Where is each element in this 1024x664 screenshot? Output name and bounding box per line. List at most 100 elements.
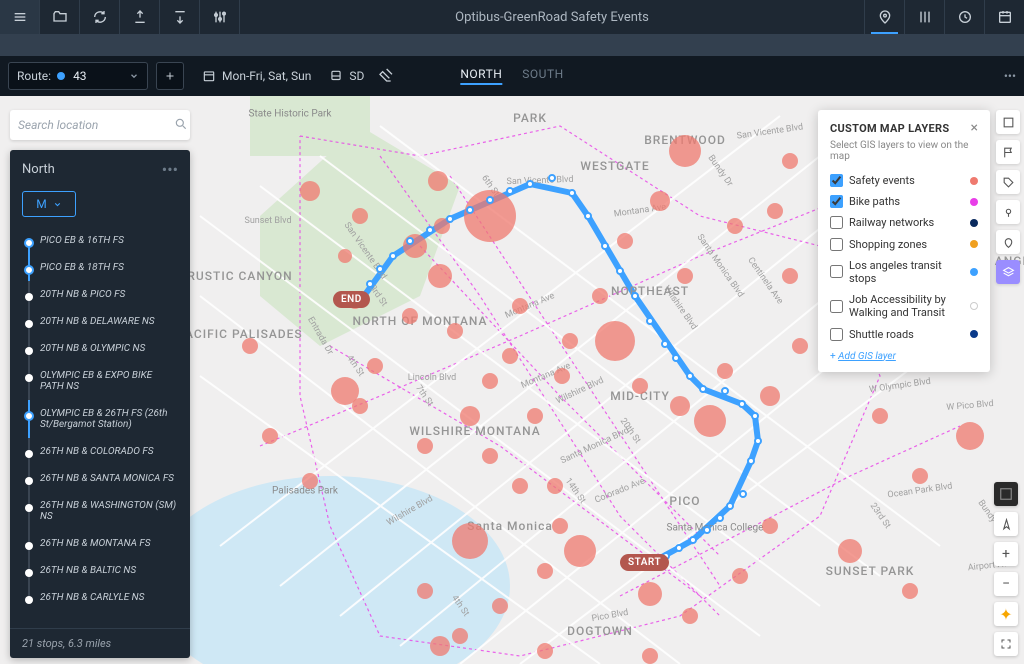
route-stop-marker[interactable]: [726, 502, 734, 510]
tool-pin[interactable]: [996, 230, 1020, 254]
route-stop-marker[interactable]: [446, 215, 454, 223]
layer-checkbox[interactable]: [830, 174, 843, 187]
route-selector[interactable]: Route: 43: [8, 62, 148, 90]
route-stop-marker[interactable]: [675, 544, 683, 552]
layer-checkbox[interactable]: [830, 265, 843, 278]
route-stop-marker[interactable]: [506, 187, 514, 195]
route-stop-marker[interactable]: [738, 400, 746, 408]
tool-tag[interactable]: [996, 170, 1020, 194]
export-button[interactable]: [120, 0, 160, 34]
route-stop-marker[interactable]: [751, 412, 759, 420]
direction-letter-dropdown[interactable]: M: [22, 191, 76, 217]
layer-checkbox[interactable]: [830, 238, 843, 251]
menu-button[interactable]: [0, 0, 40, 34]
route-stop-marker[interactable]: [661, 340, 669, 348]
route-stop-marker[interactable]: [616, 267, 624, 275]
layer-label[interactable]: Shopping zones: [849, 238, 964, 251]
search-location[interactable]: [10, 110, 190, 140]
route-stop-marker[interactable]: [584, 212, 592, 220]
route-stop-marker[interactable]: [389, 252, 397, 260]
route-stop-marker[interactable]: [754, 437, 762, 445]
recenter-button[interactable]: [994, 512, 1018, 536]
layers-close-button[interactable]: ×: [971, 120, 978, 136]
map-canvas[interactable]: State Historic ParkPARKBRENTWOODWESTGATE…: [0, 96, 1024, 664]
layer-checkbox[interactable]: [830, 216, 843, 229]
route-stop-marker[interactable]: [631, 292, 639, 300]
stop-item[interactable]: 26TH NB & CARLYLE NS: [22, 584, 178, 611]
route-stop-marker[interactable]: [426, 226, 434, 234]
tool-flag[interactable]: [996, 140, 1020, 164]
layer-label[interactable]: Railway networks: [849, 216, 964, 229]
stop-item[interactable]: 26TH NB & BALTIC NS: [22, 557, 178, 584]
stops-panel: North ••• M PICO EB & 16TH FSPICO EB & 1…: [10, 150, 190, 658]
route-stop-marker[interactable]: [716, 514, 724, 522]
tool-crop[interactable]: [996, 110, 1020, 134]
pegman-button[interactable]: ✦: [994, 602, 1018, 626]
stop-item[interactable]: 26TH NB & MONTANA FS: [22, 530, 178, 557]
tool-layers[interactable]: [996, 260, 1020, 284]
calendar-button[interactable]: [984, 0, 1024, 34]
route-stop-marker[interactable]: [672, 354, 680, 362]
search-input[interactable]: [18, 118, 174, 132]
chevron-down-icon: [53, 200, 62, 209]
layer-label[interactable]: Safety events: [849, 174, 964, 187]
layer-checkbox[interactable]: [830, 328, 843, 341]
stop-item[interactable]: 20TH NB & PICO FS: [22, 281, 178, 308]
route-view-button[interactable]: [904, 0, 944, 34]
stop-item[interactable]: PICO EB & 18TH FS: [22, 254, 178, 281]
sd-selector[interactable]: SD: [329, 69, 364, 83]
route-stop-marker[interactable]: [703, 526, 711, 534]
settings-button[interactable]: [200, 0, 240, 34]
tool-add-marker[interactable]: [996, 200, 1020, 224]
route-stop-marker[interactable]: [526, 180, 534, 188]
layer-label[interactable]: Bike paths: [849, 195, 964, 208]
map-view-button[interactable]: [864, 0, 904, 34]
route-stop-marker[interactable]: [699, 385, 707, 393]
route-stop-marker[interactable]: [548, 174, 556, 182]
history-button[interactable]: [944, 0, 984, 34]
add-route-button[interactable]: [156, 62, 184, 90]
route-stop-marker[interactable]: [689, 536, 697, 544]
route-stop-marker[interactable]: [721, 387, 729, 395]
add-gis-layer-link[interactable]: + Add GIS layer: [830, 351, 978, 362]
layer-label[interactable]: Job Accessibility by Walking and Transit: [849, 293, 964, 319]
route-stop-marker[interactable]: [747, 457, 755, 465]
route-stop-marker[interactable]: [568, 189, 576, 197]
fullscreen-button[interactable]: [994, 632, 1018, 656]
route-stop-marker[interactable]: [376, 265, 384, 273]
route-stop-marker[interactable]: [739, 490, 747, 498]
stop-item[interactable]: OLYMPIC EB & 26TH FS (26th St/Bergamot S…: [22, 400, 178, 438]
import-button[interactable]: [160, 0, 200, 34]
more-options-button[interactable]: •••: [1004, 69, 1016, 83]
open-folder-button[interactable]: [40, 0, 80, 34]
layer-row: Safety events: [830, 170, 978, 191]
route-stop-marker[interactable]: [486, 196, 494, 204]
zoom-out-button[interactable]: −: [994, 572, 1018, 596]
eraser-button[interactable]: [378, 67, 394, 86]
route-stop-marker[interactable]: [406, 237, 414, 245]
stop-item[interactable]: 20TH NB & DELAWARE NS: [22, 308, 178, 335]
route-stop-marker[interactable]: [366, 280, 374, 288]
panel-more-button[interactable]: •••: [162, 160, 178, 179]
satellite-toggle[interactable]: [994, 482, 1018, 506]
stop-item[interactable]: 26TH NB & SANTA MONICA FS: [22, 465, 178, 492]
layer-checkbox[interactable]: [830, 300, 843, 313]
stop-item[interactable]: 26TH NB & COLORADO FS: [22, 438, 178, 465]
stop-item[interactable]: OLYMPIC EB & EXPO BIKE PATH NS: [22, 362, 178, 400]
route-stop-marker[interactable]: [646, 317, 654, 325]
layer-label[interactable]: Shuttle roads: [849, 328, 964, 341]
route-stop-marker[interactable]: [601, 242, 609, 250]
stop-item[interactable]: 26TH NB & WASHINGTON (SM) NS: [22, 492, 178, 530]
days-selector[interactable]: Mon-Fri, Sat, Sun: [202, 69, 311, 83]
layer-checkbox[interactable]: [830, 195, 843, 208]
layer-label[interactable]: Los angeles transit stops: [849, 259, 964, 285]
refresh-button[interactable]: [80, 0, 120, 34]
panel-footer: 21 stops, 6.3 miles: [10, 628, 190, 658]
stop-item[interactable]: PICO EB & 16TH FS: [22, 227, 178, 254]
tab-north[interactable]: NORTH: [460, 67, 502, 85]
stop-item[interactable]: 20TH NB & OLYMPIC NS: [22, 335, 178, 362]
route-stop-marker[interactable]: [686, 372, 694, 380]
zoom-in-button[interactable]: +: [994, 542, 1018, 566]
tab-south[interactable]: SOUTH: [522, 67, 563, 85]
route-stop-marker[interactable]: [466, 206, 474, 214]
